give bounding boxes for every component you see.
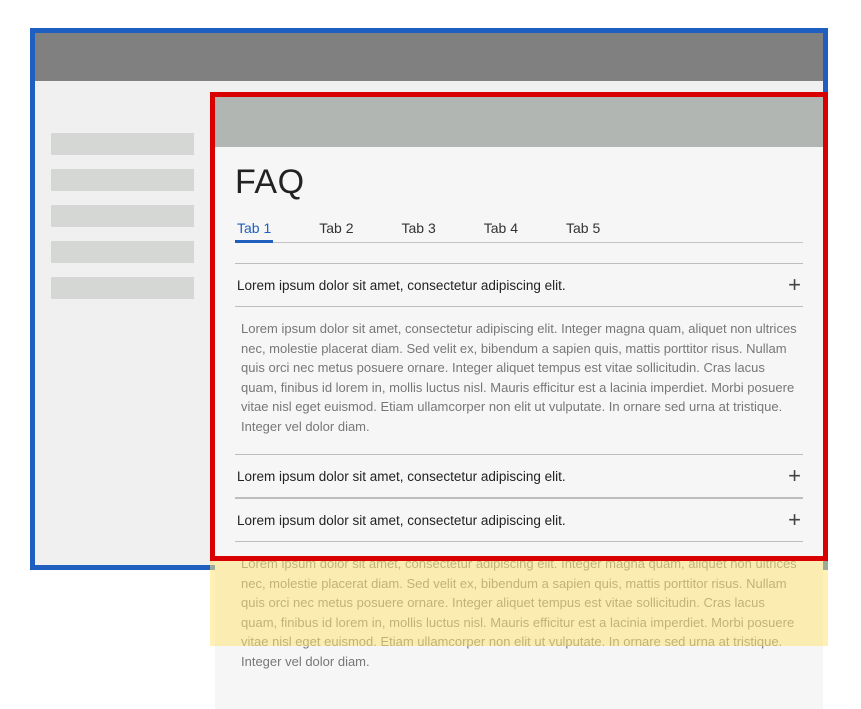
expand-icon: +	[788, 509, 801, 531]
window-title-bar	[35, 33, 823, 81]
accordion-body: Lorem ipsum dolor sit amet, consectetur …	[235, 307, 803, 454]
accordion-header[interactable]: Lorem ipsum dolor sit amet, consectetur …	[235, 499, 803, 542]
tab-3[interactable]: Tab 3	[400, 216, 438, 242]
page-title: FAQ	[235, 163, 803, 202]
content-panel: FAQ Tab 1 Tab 2 Tab 3 Tab 4 Tab 5 Lorem …	[215, 97, 823, 709]
accordion-item: Lorem ipsum dolor sit amet, consectetur …	[235, 498, 803, 689]
tab-5[interactable]: Tab 5	[564, 216, 602, 242]
content-inner: FAQ Tab 1 Tab 2 Tab 3 Tab 4 Tab 5 Lorem …	[215, 147, 823, 709]
accordion-title: Lorem ipsum dolor sit amet, consectetur …	[237, 278, 566, 293]
tab-4[interactable]: Tab 4	[482, 216, 520, 242]
accordion-header[interactable]: Lorem ipsum dolor sit amet, consectetur …	[235, 264, 803, 307]
accordion: Lorem ipsum dolor sit amet, consectetur …	[235, 263, 803, 689]
accordion-title: Lorem ipsum dolor sit amet, consectetur …	[237, 469, 566, 484]
tab-1[interactable]: Tab 1	[235, 216, 273, 242]
content-header-bar	[215, 97, 823, 147]
sidebar-item[interactable]	[51, 241, 194, 263]
tabs: Tab 1 Tab 2 Tab 3 Tab 4 Tab 5	[235, 216, 803, 243]
accordion-title: Lorem ipsum dolor sit amet, consectetur …	[237, 513, 566, 528]
accordion-header[interactable]: Lorem ipsum dolor sit amet, consectetur …	[235, 455, 803, 498]
accordion-item: Lorem ipsum dolor sit amet, consectetur …	[235, 454, 803, 498]
expand-icon: +	[788, 274, 801, 296]
tab-2[interactable]: Tab 2	[317, 216, 355, 242]
sidebar-item[interactable]	[51, 169, 194, 191]
expand-icon: +	[788, 465, 801, 487]
sidebar-item[interactable]	[51, 277, 194, 299]
sidebar-item[interactable]	[51, 205, 194, 227]
accordion-item: Lorem ipsum dolor sit amet, consectetur …	[235, 263, 803, 454]
sidebar-item[interactable]	[51, 133, 194, 155]
accordion-body: Lorem ipsum dolor sit amet, consectetur …	[235, 542, 803, 689]
sidebar	[35, 81, 210, 565]
